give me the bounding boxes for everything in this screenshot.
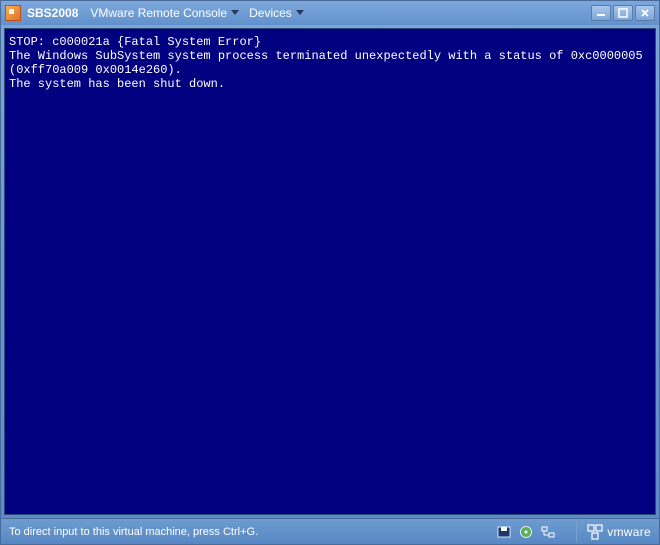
vmware-remote-console-window: SBS2008 VMware Remote Console Devices <box>0 0 660 545</box>
bsod-line: The system has been shut down. <box>9 77 651 91</box>
vmware-boxes-icon <box>587 524 603 540</box>
status-hint: To direct input to this virtual machine,… <box>9 526 258 538</box>
bsod-line: STOP: c000021a {Fatal System Error} <box>9 35 651 49</box>
statusbar: To direct input to this virtual machine,… <box>1 518 659 544</box>
chevron-down-icon <box>296 10 304 16</box>
close-button[interactable] <box>635 5 655 21</box>
maximize-button[interactable] <box>613 5 633 21</box>
status-icons: vmware <box>496 522 651 542</box>
menu-devices[interactable]: Devices <box>247 4 306 22</box>
minimize-button[interactable] <box>591 5 611 21</box>
window-controls <box>591 5 655 21</box>
network-icon[interactable] <box>540 525 556 539</box>
titlebar: SBS2008 VMware Remote Console Devices <box>1 1 659 25</box>
menu-vmware-remote-console[interactable]: VMware Remote Console <box>88 4 241 22</box>
vmware-logo: vmware <box>576 522 651 542</box>
cdrom-icon[interactable] <box>518 525 534 539</box>
floppy-icon[interactable] <box>496 525 512 539</box>
vmware-logo-text: vmware <box>607 525 651 539</box>
bsod-line: The Windows SubSystem system process ter… <box>9 49 651 77</box>
chevron-down-icon <box>231 10 239 16</box>
menu-devices-label: Devices <box>249 6 292 20</box>
guest-screen[interactable]: STOP: c000021a {Fatal System Error}The W… <box>4 28 656 515</box>
app-icon <box>5 5 21 21</box>
vm-name-label: SBS2008 <box>27 6 78 20</box>
menu-console-label: VMware Remote Console <box>90 6 227 20</box>
